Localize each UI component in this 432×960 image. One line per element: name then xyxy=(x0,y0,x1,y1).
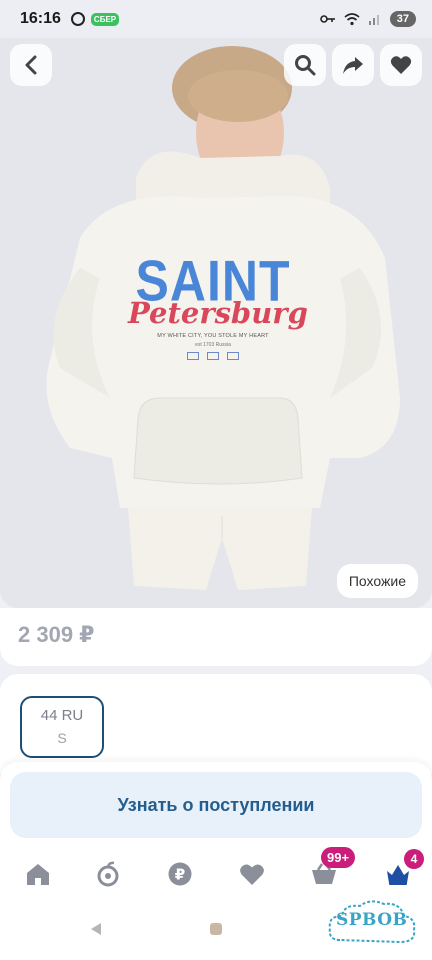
price-card: 2 309 ₽ xyxy=(0,608,432,666)
status-bar: 16:16 СБЕР 37 xyxy=(0,0,432,38)
status-right: 37 xyxy=(319,11,416,27)
nav-payments[interactable]: ₽ xyxy=(164,860,196,888)
ruble-icon: ₽ xyxy=(168,862,192,886)
product-image[interactable]: SAINT Petersburg MY WHITE CITY, YOU STOL… xyxy=(0,38,432,608)
sizes-card: 44 RU S xyxy=(0,674,432,774)
chevron-left-icon xyxy=(25,55,37,75)
catalog-icon xyxy=(97,861,119,887)
home-icon xyxy=(27,864,49,885)
share-icon xyxy=(343,57,363,74)
status-notifications: СБЕР xyxy=(70,12,120,26)
print-landmark-icons xyxy=(128,352,298,360)
system-home-button[interactable] xyxy=(210,923,222,935)
heart-icon xyxy=(390,56,412,74)
similar-button[interactable]: Похожие xyxy=(336,564,418,598)
print-saint: SAINT xyxy=(135,248,291,314)
heart-icon xyxy=(240,864,264,885)
search-button[interactable] xyxy=(284,44,326,86)
size-ru-label: 44 RU xyxy=(40,707,84,724)
search-icon xyxy=(295,55,316,76)
cart-count-badge: 99+ xyxy=(321,847,356,868)
print-est: est 1703 Russia xyxy=(195,342,231,348)
system-back-button[interactable] xyxy=(90,922,102,941)
share-button[interactable] xyxy=(332,44,374,86)
watermark-text: SPBOB xyxy=(336,910,408,930)
notify-area: Узнать о поступлении xyxy=(0,762,432,850)
sber-badge: СБЕР xyxy=(90,12,120,26)
nav-home[interactable] xyxy=(22,860,54,888)
status-time: 16:16 xyxy=(20,10,61,27)
watermark: SPBOB xyxy=(326,896,418,948)
signal-icon xyxy=(368,15,379,25)
bottom-nav: ₽ 99+ 4 xyxy=(0,847,432,898)
notify-arrival-button[interactable]: Узнать о поступлении xyxy=(10,772,422,838)
profile-badge: 4 xyxy=(404,849,424,869)
triangle-back-icon xyxy=(91,923,101,935)
nav-catalog[interactable] xyxy=(92,860,124,888)
svg-text:₽: ₽ xyxy=(175,866,185,884)
print-slogan: MY WHITE CITY, YOU STOLE MY HEART xyxy=(157,333,269,339)
chat-icon xyxy=(70,12,85,26)
back-button[interactable] xyxy=(10,44,52,86)
size-option-selected[interactable]: 44 RU S xyxy=(20,696,104,758)
favorite-button[interactable] xyxy=(380,44,422,86)
hoodie-print: SAINT Petersburg MY WHITE CITY, YOU STOL… xyxy=(128,252,308,360)
wifi-icon xyxy=(344,12,360,25)
product-price: 2 309 ₽ xyxy=(18,622,95,647)
nav-favorites[interactable] xyxy=(236,860,268,888)
key-icon xyxy=(319,15,335,23)
size-intl-label: S xyxy=(57,730,67,746)
battery-indicator: 37 xyxy=(389,11,416,27)
